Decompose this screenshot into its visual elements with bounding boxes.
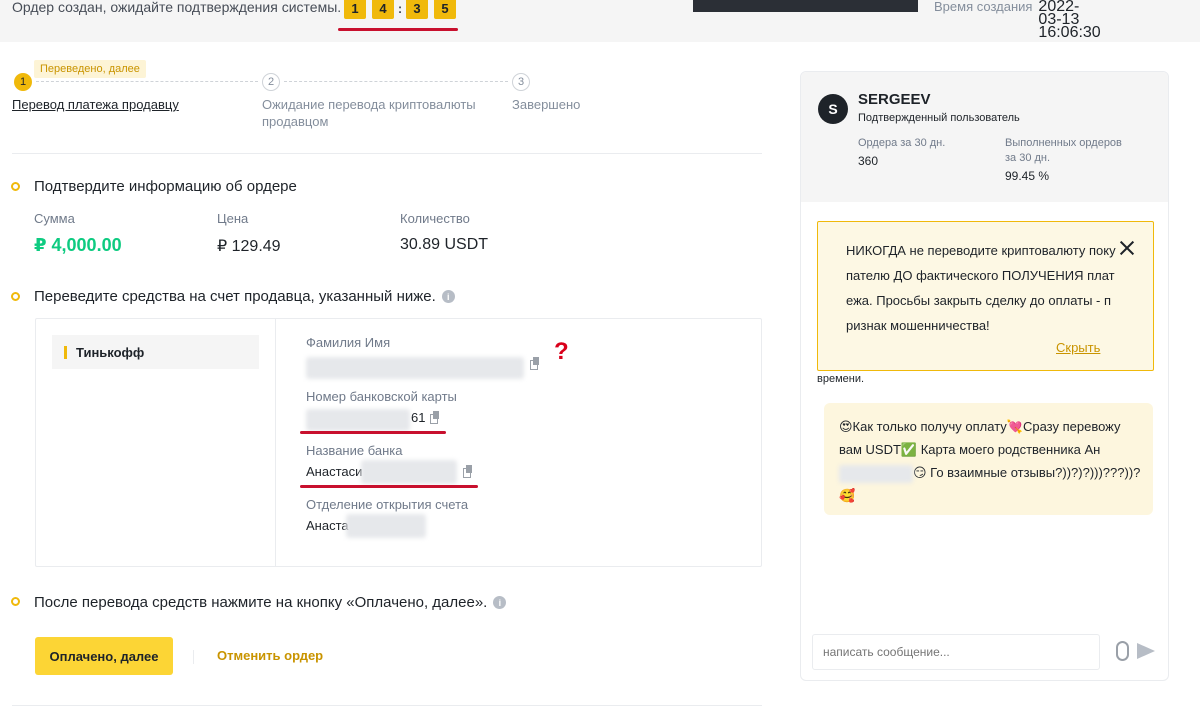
bank-tab-tinkoff[interactable]: Тинькофф bbox=[52, 335, 259, 369]
section-bullet bbox=[11, 597, 20, 606]
send-icon[interactable] bbox=[1137, 643, 1155, 659]
amount-value: ₽ 4,000.00 bbox=[34, 235, 122, 255]
divider bbox=[193, 650, 194, 664]
step-label-1[interactable]: Перевод платежа продавцу bbox=[12, 96, 179, 113]
created-time: Время создания 2022-03-13 16:06:30 bbox=[934, 0, 1101, 41]
field-label-name: Фамилия Имя bbox=[306, 335, 391, 350]
close-icon[interactable] bbox=[1118, 239, 1136, 257]
amount-label: Сумма bbox=[34, 211, 75, 226]
step-label-3: Завершено bbox=[512, 97, 581, 112]
section-bullet bbox=[11, 182, 20, 191]
redacted-name bbox=[306, 357, 524, 379]
annotation-underline bbox=[338, 28, 458, 31]
divider bbox=[12, 153, 762, 154]
redacted-text bbox=[839, 464, 913, 483]
timer-separator: : bbox=[397, 0, 403, 16]
timer-digit: 1 bbox=[344, 0, 366, 19]
chat-panel: S SERGEEV Подтвержденный пользователь Ор… bbox=[800, 71, 1169, 681]
completed-label: Выполненных ордеров bbox=[1005, 137, 1122, 149]
bank-tab-label: Тинькофф bbox=[76, 344, 145, 360]
timer-digit: 4 bbox=[372, 0, 394, 19]
after-title-text: После перевода средств нажмите на кнопку… bbox=[34, 594, 488, 611]
field-label-branch: Отделение открытия счета bbox=[306, 497, 469, 512]
branch-value: Анаста bbox=[306, 518, 349, 533]
transfer-title-text: Переведите средства на счет продавца, ук… bbox=[34, 288, 436, 305]
step-connector bbox=[284, 81, 508, 82]
step-connector bbox=[36, 81, 258, 82]
after-title: После перевода средств нажмите на кнопку… bbox=[34, 594, 507, 611]
card-number-tail: 61 bbox=[411, 410, 426, 425]
completed-value: 99.45 % bbox=[1005, 169, 1050, 183]
fraud-warning: НИКОГДА не переводите криптовалюту покуп… bbox=[817, 221, 1154, 371]
attach-icon[interactable] bbox=[1116, 641, 1129, 661]
orders-label: Ордера за 30 дн. bbox=[858, 137, 946, 149]
paid-next-button[interactable]: Оплачено, далее bbox=[35, 637, 173, 675]
created-value: 2022-03-13 16:06:30 bbox=[1038, 0, 1101, 41]
countdown-timer: 1 4 : 3 5 bbox=[344, 0, 456, 19]
message-text: 😍Как только получу оплату💘Сразу перевожу… bbox=[839, 415, 1144, 507]
warning-text: НИКОГДА не переводите криптовалюту покуп… bbox=[846, 243, 1116, 333]
redacted-branch bbox=[346, 514, 426, 538]
step-badge: Переведено, далее bbox=[34, 60, 146, 78]
cancel-order-button[interactable]: Отменить ордер bbox=[217, 648, 323, 663]
tab-marker bbox=[64, 345, 67, 359]
message-part: 😍Как только получу оплату💘Сразу перевожу… bbox=[839, 419, 1121, 457]
copy-icon[interactable] bbox=[463, 465, 473, 478]
timer-digit: 5 bbox=[434, 0, 456, 19]
redacted-block bbox=[693, 0, 918, 12]
created-label: Время создания bbox=[934, 0, 1033, 14]
price-label: Цена bbox=[217, 211, 249, 226]
order-status-message: Ордер создан, ожидайте подтверждения сис… bbox=[12, 0, 342, 15]
redacted-bank bbox=[361, 460, 457, 484]
section-bullet bbox=[11, 292, 20, 301]
step-label-2: Ожидание перевода криптовалюты продавцом bbox=[262, 97, 476, 129]
info-icon[interactable]: i bbox=[441, 290, 455, 303]
bank-name-value: Анастаси bbox=[306, 464, 363, 479]
annotation-underline bbox=[300, 485, 478, 488]
hide-warning-link[interactable]: Скрыть bbox=[1056, 340, 1100, 355]
timer-digit: 3 bbox=[406, 0, 428, 19]
annotation-underline bbox=[300, 431, 446, 434]
avatar[interactable]: S bbox=[818, 94, 848, 124]
divider bbox=[12, 705, 762, 706]
chat-message: 😍Как только получу оплату💘Сразу перевожу… bbox=[824, 403, 1153, 515]
orders-value: 360 bbox=[858, 154, 879, 168]
confirm-title: Подтвердите информацию об ордере bbox=[34, 178, 297, 195]
quantity-value: 30.89 USDT bbox=[400, 236, 489, 253]
seller-name[interactable]: SERGEEV bbox=[858, 91, 931, 108]
copy-icon[interactable] bbox=[530, 357, 540, 370]
completed-label-2: за 30 дн. bbox=[1005, 152, 1051, 164]
price-value: ₽ 129.49 bbox=[217, 238, 281, 255]
quantity-label: Количество bbox=[400, 211, 470, 226]
copy-icon[interactable] bbox=[430, 411, 440, 424]
step-number-3: 3 bbox=[512, 73, 530, 91]
annotation-question-mark: ? bbox=[554, 338, 569, 365]
info-icon[interactable]: i bbox=[493, 596, 507, 609]
transfer-title: Переведите средства на счет продавца, ук… bbox=[34, 288, 455, 305]
divider bbox=[275, 319, 276, 566]
field-label-card: Номер банковской карты bbox=[306, 389, 457, 404]
message-input[interactable] bbox=[812, 634, 1100, 670]
system-message-tail: времени. bbox=[817, 373, 865, 385]
redacted-card bbox=[306, 409, 410, 431]
step-number-2: 2 bbox=[262, 73, 280, 91]
seller-verified: Подтвержденный пользователь bbox=[858, 112, 1020, 124]
step-number-1: 1 bbox=[14, 73, 32, 91]
field-label-bank: Название банка bbox=[306, 443, 403, 458]
